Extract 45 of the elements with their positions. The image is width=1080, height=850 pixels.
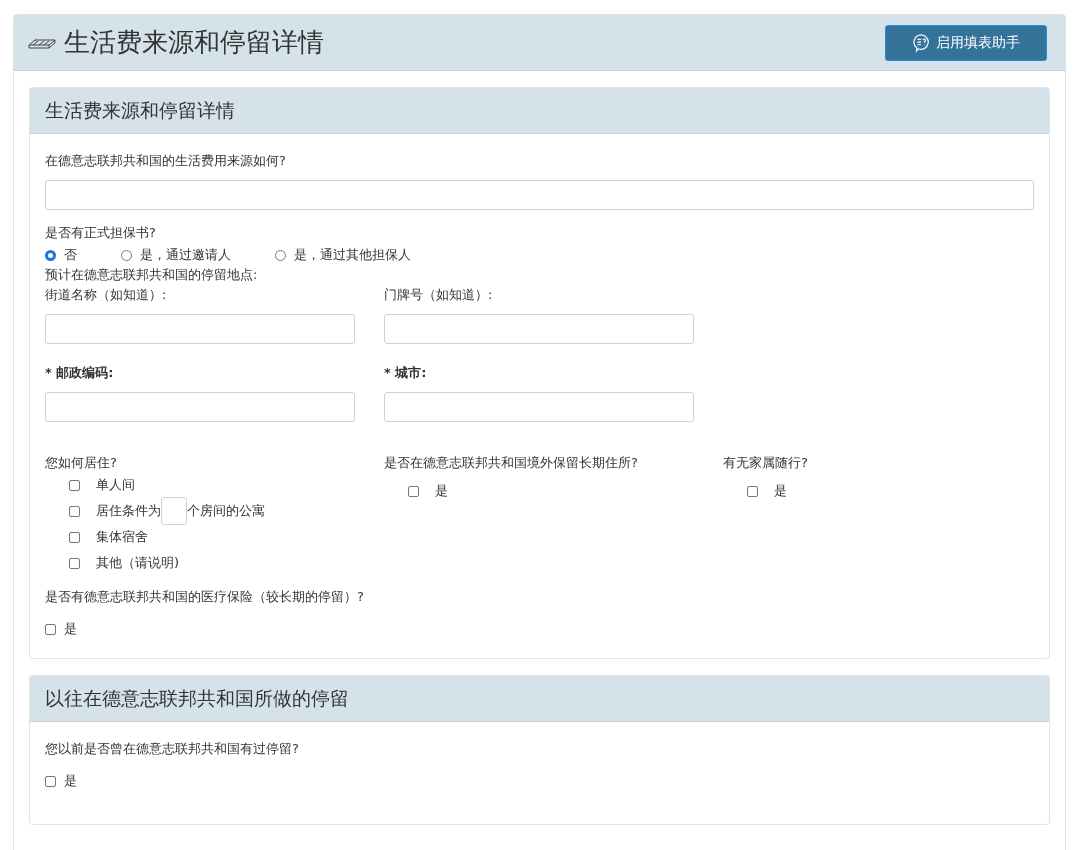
input-field[interactable]: [384, 392, 694, 422]
form-assistant-button[interactable]: 启用填表助手: [885, 24, 1047, 61]
checkbox-label: 集体宿舍: [96, 528, 148, 546]
checkbox-label: 其他（请说明): [96, 554, 180, 572]
checkbox[interactable]: [45, 775, 56, 787]
input-field[interactable]: [45, 314, 355, 344]
input-field[interactable]: [45, 180, 1034, 210]
field-label: 您如何居住?: [45, 454, 118, 472]
checkbox[interactable]: [69, 531, 80, 543]
checkbox-label: 个房间的公寓: [187, 502, 265, 520]
checkbox-label: 是: [64, 772, 77, 790]
input-field[interactable]: [384, 314, 694, 344]
field-label: * 邮政编码:: [45, 364, 115, 382]
chat-bubble-icon: [912, 32, 930, 53]
field-label: 街道名称（如知道）:: [45, 286, 168, 304]
field-label: * 城市:: [384, 364, 428, 382]
checkbox[interactable]: [747, 485, 758, 497]
radio-label: 否: [64, 246, 77, 264]
checkbox[interactable]: [45, 623, 56, 635]
money-stack-icon: [28, 36, 56, 49]
checkbox-label: 居住条件为: [96, 502, 161, 520]
field-label: 有无家属随行?: [723, 454, 809, 472]
field-label: 是否有德意志联邦共和国的医疗保险（较长期的停留）?: [45, 588, 365, 606]
checkbox[interactable]: [69, 479, 80, 491]
checkbox-label: 单人间: [96, 476, 135, 494]
radio-label: 是，通过其他担保人: [294, 246, 411, 264]
section-title: 以往在德意志联邦共和国所做的停留: [45, 685, 349, 711]
checkbox[interactable]: [408, 485, 419, 497]
page-title: 生活费来源和停留详情: [64, 26, 324, 59]
field-label: 是否在德意志联邦共和国境外保留长期住所?: [384, 454, 639, 472]
checkbox[interactable]: [69, 505, 80, 517]
field-label: 在德意志联邦共和国的生活费用来源如何?: [45, 152, 287, 170]
field-label: 预计在德意志联邦共和国的停留地点:: [45, 266, 259, 284]
room-count-field[interactable]: [161, 497, 187, 525]
checkbox-label: 是: [435, 482, 448, 500]
checkbox-label: 是: [64, 620, 77, 638]
radio-label: 是，通过邀请人: [140, 246, 231, 264]
radio-button[interactable]: [45, 249, 56, 261]
checkbox-label: 是: [774, 482, 787, 500]
field-label: 您以前是否曾在德意志联邦共和国有过停留?: [45, 740, 300, 758]
input-field[interactable]: [45, 392, 355, 422]
field-label: 门牌号（如知道）:: [384, 286, 494, 304]
checkbox[interactable]: [69, 557, 80, 569]
section-title: 生活费来源和停留详情: [45, 97, 235, 123]
field-label: 是否有正式担保书?: [45, 224, 157, 242]
